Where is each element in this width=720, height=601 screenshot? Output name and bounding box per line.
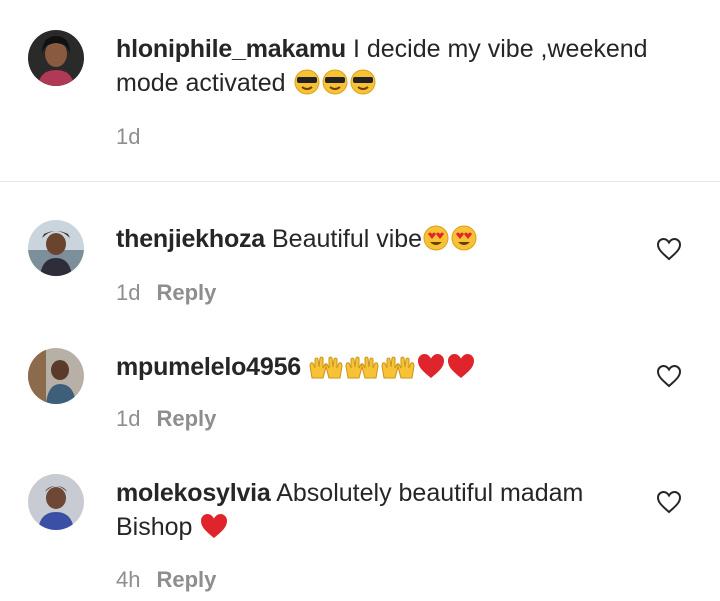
comment-item: hloniphile_makamu I decide my vibe ,week… [0, 0, 720, 181]
comment-timestamp: 1d [116, 124, 141, 149]
comment-meta: 1d Reply [116, 280, 216, 306]
raising-hands-emoji [308, 354, 344, 380]
divider [0, 181, 720, 182]
comment-item: molekosylvia Absolutely beautiful madam … [0, 466, 720, 601]
sunglasses-emoji [349, 68, 377, 96]
reply-button[interactable]: Reply [156, 406, 216, 431]
like-button[interactable] [656, 490, 682, 514]
reply-button[interactable]: Reply [156, 567, 216, 592]
comment-body: molekosylvia Absolutely beautiful madam … [116, 476, 583, 544]
avatar[interactable] [28, 30, 84, 86]
avatar[interactable] [28, 474, 84, 530]
comment-text: I decide my vibe ,weekend [352, 35, 648, 63]
avatar[interactable] [28, 348, 84, 404]
heart-eyes-emoji [450, 224, 478, 252]
comment-meta: 4h Reply [116, 567, 216, 593]
comment-body: mpumelelo4956 [116, 350, 476, 384]
heart-outline-icon [656, 237, 682, 261]
comment-username[interactable]: molekosylvia [116, 479, 271, 507]
red-heart-emoji [199, 512, 229, 540]
comment-timestamp: 1d [116, 280, 141, 305]
sunglasses-emoji [293, 68, 321, 96]
comment-body: hloniphile_makamu I decide my vibe ,week… [116, 32, 648, 100]
comment-text-continued: Bishop [116, 513, 193, 541]
comment-text: Beautiful vibe [271, 225, 423, 253]
heart-outline-icon [656, 364, 682, 388]
comment-username[interactable]: mpumelelo4956 [116, 353, 301, 381]
like-button[interactable] [656, 237, 682, 261]
comment-meta: 1d [116, 124, 140, 150]
comment-body: thenjiekhoza Beautiful vibe [116, 222, 478, 256]
comment-timestamp: 1d [116, 406, 141, 431]
raising-hands-emoji [380, 354, 416, 380]
comment-timestamp: 4h [116, 567, 141, 592]
comment-username[interactable]: hloniphile_makamu [116, 35, 346, 63]
comment-text: Absolutely beautiful madam [276, 479, 584, 507]
comment-meta: 1d Reply [116, 406, 216, 432]
avatar[interactable] [28, 220, 84, 276]
comment-username[interactable]: thenjiekhoza [116, 225, 265, 253]
comment-item: thenjiekhoza Beautiful vibe 1d Reply [0, 210, 720, 320]
comment-item: mpumelelo4956 1d Reply [0, 338, 720, 448]
sunglasses-emoji [321, 68, 349, 96]
red-heart-emoji [446, 352, 476, 380]
heart-outline-icon [656, 490, 682, 514]
like-button[interactable] [656, 364, 682, 388]
heart-eyes-emoji [422, 224, 450, 252]
red-heart-emoji [416, 352, 446, 380]
reply-button[interactable]: Reply [156, 280, 216, 305]
raising-hands-emoji [344, 354, 380, 380]
comment-text-continued: mode activated [116, 69, 286, 97]
